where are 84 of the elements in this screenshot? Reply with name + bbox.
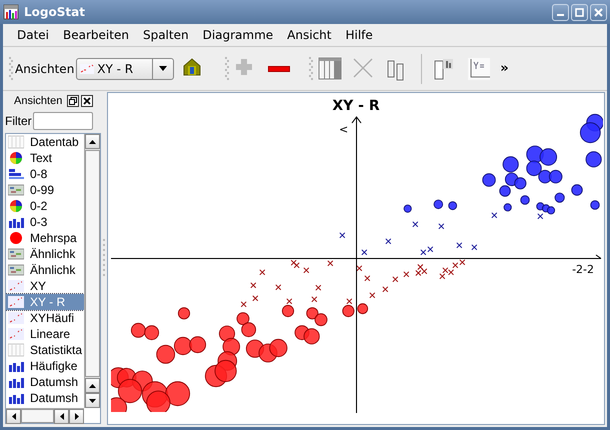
grid-icon [8, 263, 24, 277]
view-list-item[interactable]: 0-8 [6, 166, 84, 182]
left-arrow-icon [60, 413, 64, 420]
scroll-down-button[interactable] [85, 393, 100, 408]
chart-title: XY - R [332, 98, 380, 114]
views-label: Ansichten [15, 62, 74, 76]
close-icon [83, 97, 92, 105]
columns-icon [318, 56, 342, 80]
toolbar-grip[interactable] [225, 56, 230, 82]
menu-item[interactable]: Datei [10, 28, 56, 42]
menu-item[interactable]: Ansicht [280, 28, 338, 42]
columns-button[interactable] [318, 56, 342, 80]
grid-icon [8, 183, 24, 197]
menu-item[interactable]: Bearbeiten [56, 28, 136, 42]
view-list-item[interactable]: Häufigke [6, 358, 84, 374]
maximize-icon [575, 8, 584, 16]
scroll-thumb[interactable] [21, 409, 54, 423]
right-arrow-icon [74, 413, 79, 420]
bar-chart-icon [8, 375, 24, 389]
up-arrow-icon [89, 384, 96, 388]
filter-label: Filter [5, 114, 32, 128]
windows-icon [69, 97, 78, 105]
menu-item[interactable]: Hilfe [338, 28, 380, 42]
close-icon [594, 8, 603, 16]
scroll-left-button[interactable] [54, 409, 70, 424]
view-list-item[interactable]: Ähnlichk [6, 246, 84, 262]
filter-field[interactable] [32, 112, 93, 130]
toolbar-grip[interactable] [309, 56, 314, 82]
view-list-item[interactable]: XYHäufi [6, 310, 84, 326]
grid-icon [8, 247, 24, 261]
undock-button[interactable] [67, 95, 80, 107]
view-list-item[interactable]: 0-2 [6, 198, 84, 214]
menu-item[interactable]: Spalten [136, 28, 196, 42]
remove-button[interactable] [268, 66, 290, 72]
view-list-item[interactable]: Datentab [6, 134, 84, 150]
caret-icon [159, 66, 168, 71]
bar-chart-icon [8, 391, 24, 405]
view-list-item[interactable]: Lineare [6, 326, 84, 342]
view-list-item[interactable]: 0-3 [6, 214, 84, 230]
bar-chart-icon [8, 359, 24, 373]
toolbar-grip[interactable] [9, 56, 13, 82]
panel-title: Ansichten [14, 95, 62, 107]
splitter-handle[interactable] [103, 239, 106, 279]
scroll-up-button[interactable] [85, 134, 100, 149]
scroll-thumb[interactable] [85, 150, 100, 377]
scroll-up-button[interactable] [85, 378, 100, 393]
window-title: LogoStat [24, 5, 86, 19]
view-list-item[interactable]: XY [6, 278, 84, 294]
scatter-icon [80, 64, 94, 74]
scatter-icon [8, 279, 24, 293]
minimize-icon [557, 14, 564, 16]
close-button[interactable] [81, 95, 94, 107]
view-list-item[interactable]: Mehrspa [6, 230, 84, 246]
x-axis-label: -2-2 [572, 263, 594, 276]
formula-button[interactable] [467, 56, 492, 80]
scatter-icon [8, 327, 24, 341]
view-list-item[interactable]: Datumsh [6, 374, 84, 390]
pie-chart-icon [8, 199, 24, 213]
scatter-icon [8, 311, 24, 325]
scroll-left-button[interactable] [6, 409, 21, 424]
view-list-item[interactable]: 0-99 [6, 182, 84, 198]
minimize-button[interactable] [552, 4, 569, 20]
minus-icon [268, 66, 290, 72]
table-icon [8, 343, 24, 357]
view-list-item[interactable]: Ähnlichk [6, 262, 84, 278]
view-list-item[interactable]: Datumsh [6, 390, 84, 406]
left-arrow-icon [12, 413, 16, 420]
scroll-right-button[interactable] [69, 409, 84, 424]
view-list-item[interactable]: Text [6, 150, 84, 166]
axes-icon [467, 56, 492, 80]
menu-item[interactable]: Diagramme [196, 28, 280, 42]
dot-icon [8, 231, 24, 245]
horizontal-bar-icon [8, 167, 24, 181]
overflow-button[interactable]: » [500, 61, 509, 76]
y-axis-label: < [339, 123, 348, 136]
maximize-button[interactable] [571, 4, 588, 20]
up-arrow-icon [89, 140, 96, 144]
view-list-item[interactable]: Statistikta [6, 342, 84, 358]
pie-chart-icon [8, 151, 24, 165]
app-icon [3, 4, 19, 20]
bar-chart-icon [8, 215, 24, 229]
down-arrow-icon [89, 398, 96, 402]
scatter-icon [8, 295, 24, 309]
views-dropdown[interactable]: XY - R [76, 58, 174, 80]
